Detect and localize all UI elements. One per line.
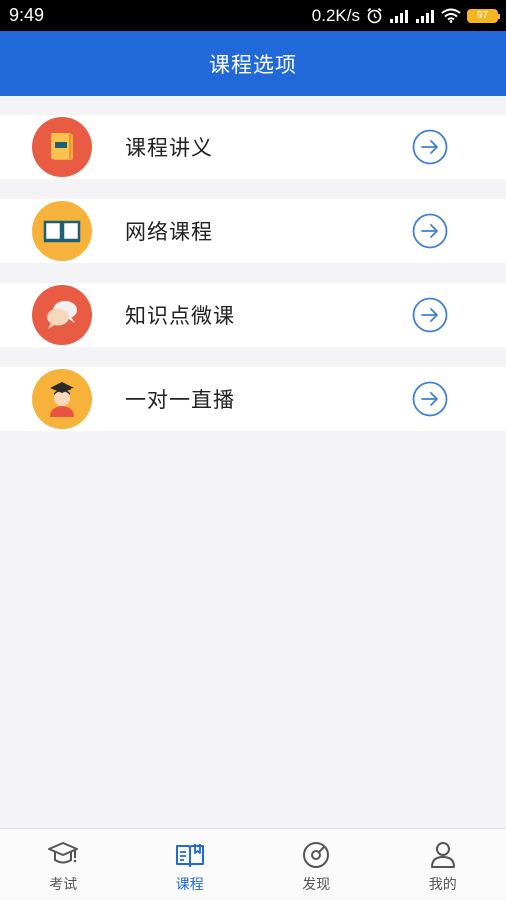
arrow-right-icon[interactable]	[412, 381, 448, 417]
menu-label: 网络课程	[125, 220, 213, 244]
arrow-right-icon[interactable]	[412, 213, 448, 249]
status-time: 9:49	[9, 5, 45, 25]
arrow-right-icon[interactable]	[412, 129, 448, 165]
network-speed: 0.2K/s	[311, 5, 360, 25]
tab-course[interactable]: 课程	[127, 829, 254, 900]
person-icon	[430, 842, 455, 868]
status-bar: 9:49 0.2K/s 97	[0, 0, 506, 31]
page-title: 课程选项	[209, 52, 297, 77]
menu-item-micro-lessons[interactable]: 知识点微课	[0, 283, 506, 347]
wifi-icon	[441, 8, 461, 23]
menu-item-live-tutoring[interactable]: 一对一直播	[0, 367, 506, 431]
tab-exam[interactable]: 考试	[0, 829, 127, 900]
course-book-icon	[175, 844, 204, 867]
app-header: 课程选项	[0, 31, 506, 96]
open-book-icon	[32, 201, 92, 261]
tab-label: 发现	[302, 877, 331, 893]
chat-bubbles-icon	[32, 285, 92, 345]
battery-icon: 97	[467, 8, 500, 23]
menu-item-lecture-notes[interactable]: 课程讲义	[0, 115, 506, 179]
menu-label: 一对一直播	[125, 388, 235, 412]
menu-label: 课程讲义	[125, 136, 213, 160]
arrow-right-icon[interactable]	[412, 297, 448, 333]
book-icon	[32, 117, 92, 177]
alarm-icon	[367, 7, 382, 24]
tab-label: 课程	[175, 877, 204, 893]
tab-discover[interactable]: 发现	[253, 829, 380, 900]
menu-label: 知识点微课	[125, 304, 235, 328]
battery-level: 97	[476, 10, 489, 21]
menu-item-online-courses[interactable]: 网络课程	[0, 199, 506, 263]
graduation-cap-icon	[48, 842, 79, 864]
tab-mine[interactable]: 我的	[380, 829, 506, 900]
tab-label: 我的	[428, 877, 457, 893]
signal-icon-2	[416, 9, 434, 23]
status-indicators: 0.2K/s 97	[311, 5, 500, 26]
bottom-tab-bar: 考试 课程 发现 我的	[0, 828, 506, 900]
graduate-avatar-icon	[32, 369, 92, 429]
discover-icon	[303, 842, 330, 868]
tab-label: 考试	[49, 877, 78, 893]
signal-icon	[390, 9, 408, 23]
